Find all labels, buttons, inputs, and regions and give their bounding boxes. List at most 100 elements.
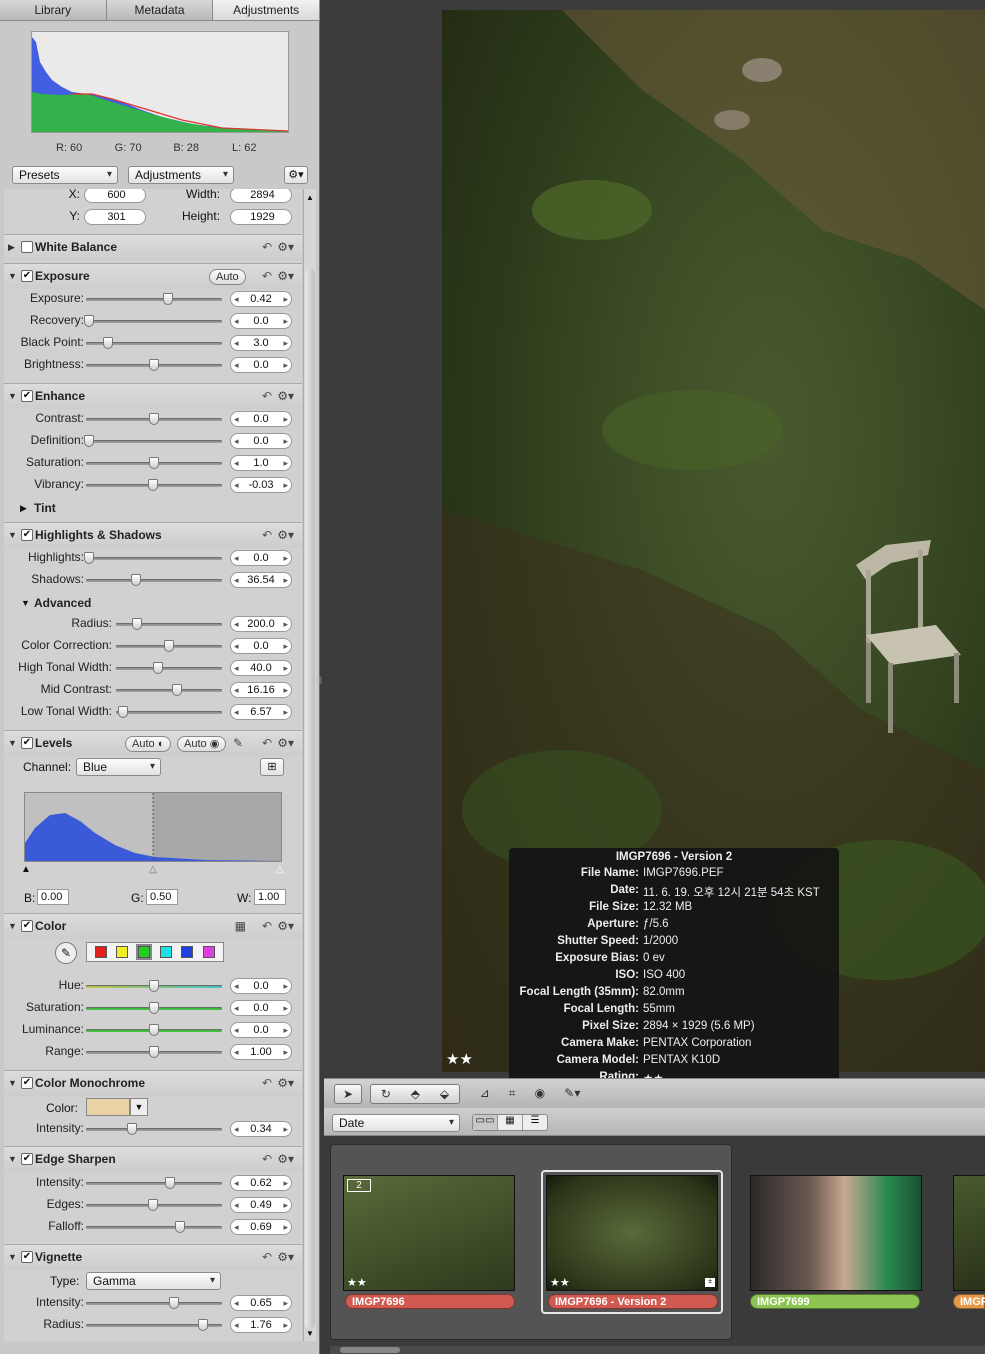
value-field[interactable]: 1.76 xyxy=(230,1317,292,1333)
slider-track[interactable] xyxy=(86,1123,222,1135)
mono-color-dropdown-icon[interactable]: ▼ xyxy=(130,1098,148,1116)
stamp-icon[interactable]: ⬙ xyxy=(440,1085,449,1103)
black-point-handle-icon[interactable]: ▲ xyxy=(21,864,31,875)
scrollbar-thumb[interactable] xyxy=(305,269,315,1329)
levels-expand-icon[interactable]: ⊞ xyxy=(260,758,284,776)
reset-icon[interactable]: ↶ xyxy=(262,736,272,750)
exposure-auto-button[interactable]: Auto xyxy=(209,269,246,285)
color-checkbox[interactable]: ✔ xyxy=(21,920,33,932)
value-field[interactable]: 0.65 xyxy=(230,1295,292,1311)
adjustments-popup[interactable]: Adjustments xyxy=(128,166,234,184)
white-point-handle-icon[interactable]: △ xyxy=(276,864,284,875)
color-swatch[interactable] xyxy=(116,946,129,958)
reset-icon[interactable]: ↶ xyxy=(262,1152,272,1166)
levels-b-field[interactable]: 0.00 xyxy=(37,889,69,905)
section-gear-icon[interactable]: ⚙▾ xyxy=(277,919,294,933)
color-table-icon[interactable]: ▦ xyxy=(235,919,246,933)
reset-icon[interactable]: ↶ xyxy=(262,389,272,403)
rotate-icon[interactable]: ↻ xyxy=(381,1085,391,1103)
slider-track[interactable] xyxy=(116,662,222,674)
section-highlights-shadows[interactable]: ▼ ✔ Highlights & Shadows ↶ ⚙▾ xyxy=(4,522,302,548)
levels-checkbox[interactable]: ✔ xyxy=(21,737,33,749)
slider-knob[interactable] xyxy=(162,293,173,305)
levels-histogram[interactable] xyxy=(24,792,282,862)
slider-knob[interactable] xyxy=(149,1024,159,1036)
crop-width-field[interactable]: 2894 xyxy=(230,189,292,203)
disclosure-open-icon[interactable]: ▼ xyxy=(8,530,17,540)
red-eye-icon[interactable]: ◉ xyxy=(535,1084,545,1104)
thumb-caption-2[interactable]: IMGP7696 - Version 2 xyxy=(548,1294,718,1309)
color-swatch[interactable] xyxy=(136,944,153,960)
scroll-down-icon[interactable]: ▼ xyxy=(306,1329,314,1338)
section-gear-icon[interactable]: ⚙▾ xyxy=(277,1250,294,1264)
value-field[interactable]: 0.0 xyxy=(230,357,292,373)
value-field[interactable]: 0.0 xyxy=(230,638,292,654)
disclosure-open-icon[interactable]: ▼ xyxy=(8,391,17,401)
thumbnail-1[interactable]: 2 ★★ xyxy=(343,1175,515,1291)
value-field[interactable]: 0.0 xyxy=(230,978,292,994)
browser-scroll-thumb[interactable] xyxy=(340,1347,400,1353)
value-field[interactable]: 0.0 xyxy=(230,1000,292,1016)
reset-icon[interactable]: ↶ xyxy=(262,1076,272,1090)
tab-library[interactable]: Library xyxy=(0,0,107,20)
section-gear-icon[interactable]: ⚙▾ xyxy=(277,736,294,750)
slider-knob[interactable] xyxy=(102,337,113,349)
reset-icon[interactable]: ↶ xyxy=(262,269,272,283)
crop-x-field[interactable]: 600 xyxy=(84,189,146,203)
sort-popup[interactable]: Date xyxy=(332,1114,460,1132)
thumbnail-3[interactable] xyxy=(750,1175,922,1291)
selection-arrow-icon[interactable]: ➤ xyxy=(334,1084,362,1104)
slider-knob[interactable] xyxy=(165,1177,176,1189)
mono-color-well[interactable] xyxy=(86,1098,130,1116)
section-color-monochrome[interactable]: ▼ ✔ Color Monochrome ↶ ⚙▾ xyxy=(4,1070,302,1096)
color-swatch[interactable] xyxy=(94,946,107,958)
color-swatch[interactable] xyxy=(181,946,194,958)
thumb-caption-3[interactable]: IMGP7699 xyxy=(750,1294,920,1309)
slider-knob[interactable] xyxy=(132,618,143,630)
value-field[interactable]: 200.0 xyxy=(230,616,292,632)
reset-icon[interactable]: ↶ xyxy=(262,919,272,933)
slider-track[interactable] xyxy=(86,1002,222,1014)
value-field[interactable]: 0.0 xyxy=(230,1022,292,1038)
section-gear-icon[interactable]: ⚙▾ xyxy=(277,269,294,283)
levels-auto-rgb-button[interactable]: Auto ◉ xyxy=(177,736,227,752)
slider-track[interactable] xyxy=(86,1297,222,1309)
value-field[interactable]: 36.54 xyxy=(230,572,292,588)
slider-track[interactable] xyxy=(86,1199,222,1211)
vignette-checkbox[interactable]: ✔ xyxy=(21,1251,33,1263)
slider-track[interactable] xyxy=(86,293,222,305)
value-field[interactable]: 0.49 xyxy=(230,1197,292,1213)
stack-count-badge[interactable]: 2 xyxy=(347,1179,371,1192)
slider-track[interactable] xyxy=(86,1046,222,1058)
slider-knob[interactable] xyxy=(153,662,164,674)
list-view-icon[interactable]: ☰ xyxy=(522,1115,547,1130)
tab-adjustments[interactable]: Adjustments xyxy=(213,0,321,20)
disclosure-open-icon[interactable]: ▼ xyxy=(8,271,17,281)
tint-title[interactable]: Tint xyxy=(34,501,56,515)
color-eyedropper-icon[interactable]: ✎ xyxy=(55,942,77,964)
thumbnail-2[interactable]: ★★ ± xyxy=(546,1175,718,1291)
color-swatch[interactable] xyxy=(203,946,216,958)
exposure-checkbox[interactable]: ✔ xyxy=(21,270,33,282)
reset-icon[interactable]: ↶ xyxy=(262,1250,272,1264)
color-swatch[interactable] xyxy=(159,946,172,958)
slider-track[interactable] xyxy=(83,435,222,447)
slider-knob[interactable] xyxy=(149,980,159,992)
slider-knob[interactable] xyxy=(147,1199,158,1211)
reset-icon[interactable]: ↶ xyxy=(262,528,272,542)
eyedropper-icon[interactable]: ✎ xyxy=(233,736,243,750)
value-field[interactable]: 0.0 xyxy=(230,550,292,566)
crop-icon[interactable]: ⌗ xyxy=(509,1084,516,1104)
slider-knob[interactable] xyxy=(149,413,159,425)
slider-track[interactable] xyxy=(86,980,222,992)
value-field[interactable]: 1.00 xyxy=(230,1044,292,1060)
value-field[interactable]: 40.0 xyxy=(230,660,292,676)
disclosure-open-icon[interactable]: ▼ xyxy=(8,921,17,931)
crop-y-field[interactable]: 301 xyxy=(84,209,146,225)
value-field[interactable]: 3.0 xyxy=(230,335,292,351)
slider-track[interactable] xyxy=(86,413,222,425)
thumb-caption-1[interactable]: IMGP7696 xyxy=(345,1294,515,1309)
section-color[interactable]: ▼ ✔ Color ▦ ↶ ⚙▾ xyxy=(4,913,302,939)
section-edge-sharpen[interactable]: ▼ ✔ Edge Sharpen ↶ ⚙▾ xyxy=(4,1146,302,1172)
scroll-up-icon[interactable]: ▲ xyxy=(306,193,314,202)
